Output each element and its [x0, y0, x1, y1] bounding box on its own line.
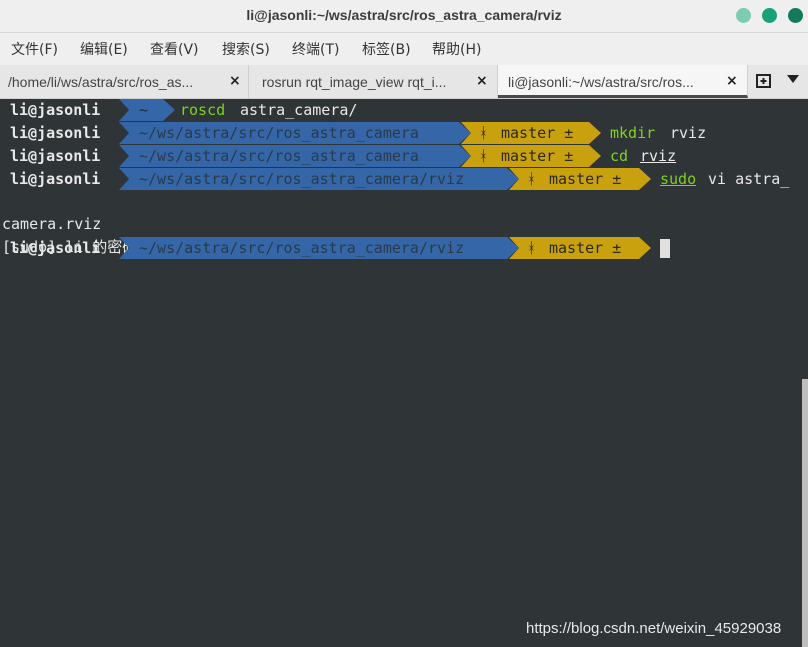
menu-tabs[interactable]: 标签(B): [362, 39, 411, 59]
tab-bar: /home/li/ws/astra/src/ros_as... × rosrun…: [0, 65, 808, 99]
prompt-git-branch: master ±: [549, 239, 622, 257]
git-branch-icon: ᚼ: [527, 170, 537, 188]
command-name: roscd: [180, 101, 226, 119]
git-branch-icon: ᚼ: [479, 147, 489, 165]
command-args: rviz: [640, 147, 677, 165]
tab-rviz[interactable]: li@jasonli:~/ws/astra/src/ros... ×: [498, 65, 748, 98]
terminal-line: [sudo] li 的密码：: [0, 214, 808, 256]
git-branch-icon: ᚼ: [527, 239, 537, 257]
close-icon[interactable]: ×: [726, 73, 738, 89]
prompt-path-segment: ~/ws/astra/src/ros_astra_camera/rviz: [119, 168, 519, 190]
terminal-area[interactable]: li@jasonli ~ roscd astra_camera/ li@jaso…: [0, 99, 808, 647]
tab-home[interactable]: /home/li/ws/astra/src/ros_as... ×: [0, 65, 249, 98]
prompt-path: ~/ws/astra/src/ros_astra_camera/rviz: [139, 170, 465, 188]
terminal-line: li@jasonli ~/ws/astra/src/ros_astra_came…: [0, 237, 808, 259]
prompt-user: li@jasonli: [10, 147, 101, 165]
terminal-line: li@jasonli ~/ws/astra/src/ros_astra_came…: [0, 122, 808, 144]
maximize-button[interactable]: [762, 8, 777, 23]
window-title: li@jasonli:~/ws/astra/src/ros_astra_came…: [246, 7, 562, 23]
tab-label: rosrun rqt_image_view rqt_i...: [262, 74, 447, 90]
close-icon[interactable]: ×: [229, 73, 241, 89]
close-button[interactable]: [788, 8, 803, 23]
menu-terminal[interactable]: 终端(T): [292, 39, 339, 59]
prompt-git-branch: master ±: [501, 124, 574, 142]
git-branch-icon: ᚼ: [479, 124, 489, 142]
prompt-git-segment: ᚼ master ±: [461, 145, 601, 167]
watermark: https://blog.csdn.net/weixin_45929038: [526, 620, 782, 637]
command-name: mkdir: [610, 124, 656, 142]
terminal-scrollbar[interactable]: [802, 379, 808, 647]
menu-file[interactable]: 文件(F): [11, 39, 58, 59]
prompt-git-segment: ᚼ master ±: [509, 237, 651, 259]
terminal-line: camera.rviz: [0, 191, 808, 233]
terminal-line: li@jasonli ~/ws/astra/src/ros_astra_came…: [0, 145, 808, 167]
menu-view[interactable]: 查看(V): [150, 39, 199, 59]
prompt-path: ~/ws/astra/src/ros_astra_camera/rviz: [139, 239, 465, 257]
title-bar: li@jasonli:~/ws/astra/src/ros_astra_came…: [0, 0, 808, 33]
terminal-line: li@jasonli ~ roscd astra_camera/: [0, 99, 808, 121]
prompt-git-branch: master ±: [501, 147, 574, 165]
tab-label: /home/li/ws/astra/src/ros_as...: [8, 74, 194, 90]
menu-help[interactable]: 帮助(H): [432, 39, 481, 59]
terminal-line: li@jasonli ~/ws/astra/src/ros_astra_came…: [0, 168, 808, 190]
prompt-path-segment: ~/ws/astra/src/ros_astra_camera: [119, 145, 471, 167]
prompt-path: ~/ws/astra/src/ros_astra_camera: [139, 124, 419, 142]
tab-label: li@jasonli:~/ws/astra/src/ros...: [508, 74, 694, 90]
command-args: rviz: [670, 124, 707, 142]
command-args: vi astra_: [708, 170, 790, 188]
prompt-path-segment: ~/ws/astra/src/ros_astra_camera: [119, 122, 471, 144]
prompt-user: li@jasonli: [10, 124, 101, 142]
text-cursor: [660, 239, 670, 258]
prompt-path-segment: ~: [119, 99, 175, 121]
menu-edit[interactable]: 编辑(E): [80, 39, 128, 59]
prompt-user: li@jasonli: [10, 239, 101, 257]
prompt-path: ~: [139, 101, 149, 119]
prompt-path-segment: ~/ws/astra/src/ros_astra_camera/rviz: [119, 237, 519, 259]
prompt-git-segment: ᚼ master ±: [509, 168, 651, 190]
command-name: cd: [610, 147, 629, 165]
prompt-path: ~/ws/astra/src/ros_astra_camera: [139, 147, 419, 165]
prompt-git-branch: master ±: [549, 170, 622, 188]
tab-list-dropdown-icon[interactable]: [787, 75, 799, 83]
tab-rqt-image-view[interactable]: rosrun rqt_image_view rqt_i... ×: [249, 65, 498, 98]
command-name: sudo: [660, 170, 697, 188]
new-tab-icon[interactable]: [756, 72, 773, 89]
command-args: astra_camera/: [240, 101, 358, 119]
menu-bar: 文件(F) 编辑(E) 查看(V) 搜索(S) 终端(T) 标签(B) 帮助(H…: [0, 33, 808, 65]
prompt-user: li@jasonli: [10, 101, 101, 119]
close-icon[interactable]: ×: [476, 73, 488, 89]
prompt-git-segment: ᚼ master ±: [461, 122, 601, 144]
minimize-button[interactable]: [736, 8, 751, 23]
prompt-user: li@jasonli: [10, 170, 101, 188]
menu-search[interactable]: 搜索(S): [222, 39, 270, 59]
